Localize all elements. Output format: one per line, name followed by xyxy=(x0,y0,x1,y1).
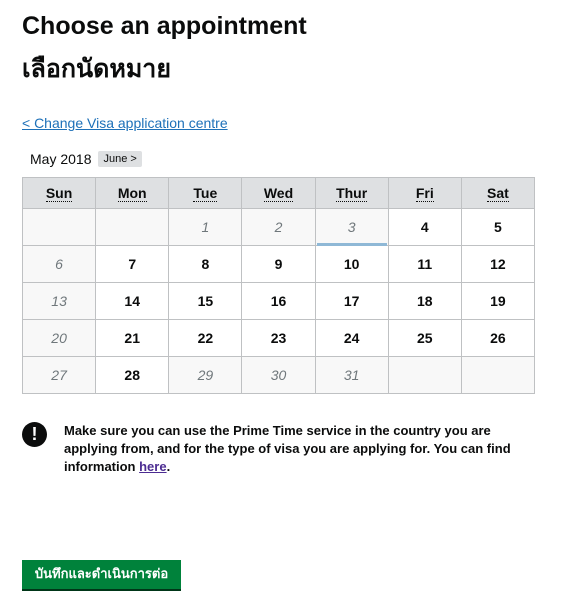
appointment-calendar: Sun Mon Tue Wed Thur Fri Sat 1 2 3 4 5 6… xyxy=(21,177,536,394)
calendar-day-available[interactable]: 16 xyxy=(241,282,316,320)
calendar-day-available[interactable]: 5 xyxy=(460,208,536,246)
notice-text: Make sure you can use the Prime Time ser… xyxy=(64,422,532,476)
calendar-day-available[interactable]: 17 xyxy=(314,282,389,320)
calendar-day-available[interactable]: 8 xyxy=(168,245,243,283)
calendar-day-available[interactable]: 10 xyxy=(314,245,389,283)
calendar-week: 1 2 3 4 5 xyxy=(21,208,536,247)
weekday-header: Wed xyxy=(241,177,316,209)
calendar-day-available[interactable]: 12 xyxy=(460,245,536,283)
calendar-day-available[interactable]: 18 xyxy=(387,282,462,320)
weekday-header-row: Sun Mon Tue Wed Thur Fri Sat xyxy=(21,177,536,209)
calendar-day-available[interactable]: 24 xyxy=(314,319,389,357)
next-month-button[interactable]: June > xyxy=(98,151,142,167)
calendar-week: 27 28 29 30 31 xyxy=(21,356,536,394)
calendar-day-available[interactable]: 22 xyxy=(168,319,243,357)
page-title: Choose an appointment xyxy=(22,12,307,40)
weekday-header: Mon xyxy=(95,177,170,209)
calendar-day-available[interactable]: 21 xyxy=(95,319,170,357)
calendar-day-unavailable: 29 xyxy=(168,356,243,394)
month-navigation: May 2018 June > xyxy=(30,150,142,168)
calendar-day-unavailable: 13 xyxy=(21,282,97,320)
save-and-continue-button[interactable]: บันทึกและดำเนินการต่อ xyxy=(22,560,181,589)
weekday-header: Thur xyxy=(314,177,389,209)
information-here-link[interactable]: here xyxy=(139,459,166,474)
calendar-day-empty xyxy=(95,208,170,246)
calendar-day-empty xyxy=(460,356,536,394)
calendar-day-available[interactable]: 25 xyxy=(387,319,462,357)
calendar-day-available[interactable]: 9 xyxy=(241,245,316,283)
weekday-header: Fri xyxy=(387,177,462,209)
calendar-day-available[interactable]: 11 xyxy=(387,245,462,283)
calendar-day-unavailable: 6 xyxy=(21,245,97,283)
calendar-week: 13 14 15 16 17 18 19 xyxy=(21,282,536,320)
exclamation-icon: ! xyxy=(22,422,47,447)
calendar-day-available[interactable]: 7 xyxy=(95,245,170,283)
current-month-label: May 2018 xyxy=(30,151,92,167)
change-visa-centre-link[interactable]: < Change Visa application centre xyxy=(22,114,228,132)
calendar-day-available[interactable]: 19 xyxy=(460,282,536,320)
calendar-day-available[interactable]: 14 xyxy=(95,282,170,320)
weekday-header: Tue xyxy=(168,177,243,209)
calendar-day-unavailable: 30 xyxy=(241,356,316,394)
calendar-week: 20 21 22 23 24 25 26 xyxy=(21,319,536,357)
calendar-day-available[interactable]: 23 xyxy=(241,319,316,357)
calendar-day-unavailable: 27 xyxy=(21,356,97,394)
calendar-day-unavailable: 2 xyxy=(241,208,316,246)
calendar-day-unavailable: 31 xyxy=(314,356,389,394)
calendar-day-unavailable: 1 xyxy=(168,208,243,246)
calendar-day-available[interactable]: 26 xyxy=(460,319,536,357)
calendar-day-available[interactable]: 28 xyxy=(95,356,170,394)
calendar-day-available[interactable]: 4 xyxy=(387,208,462,246)
calendar-week: 6 7 8 9 10 11 12 xyxy=(21,245,536,283)
calendar-day-empty xyxy=(21,208,97,246)
notice-text-body: Make sure you can use the Prime Time ser… xyxy=(64,423,511,474)
calendar-day-today: 3 xyxy=(314,208,389,247)
weekday-header: Sat xyxy=(460,177,536,209)
page-subtitle: เลือกนัดหมาย xyxy=(22,54,171,83)
weekday-header: Sun xyxy=(21,177,97,209)
calendar-day-unavailable: 20 xyxy=(21,319,97,357)
notice-text-end: . xyxy=(166,459,171,474)
important-notice: ! Make sure you can use the Prime Time s… xyxy=(22,422,532,476)
calendar-day-available[interactable]: 15 xyxy=(168,282,243,320)
calendar-day-empty xyxy=(387,356,462,394)
